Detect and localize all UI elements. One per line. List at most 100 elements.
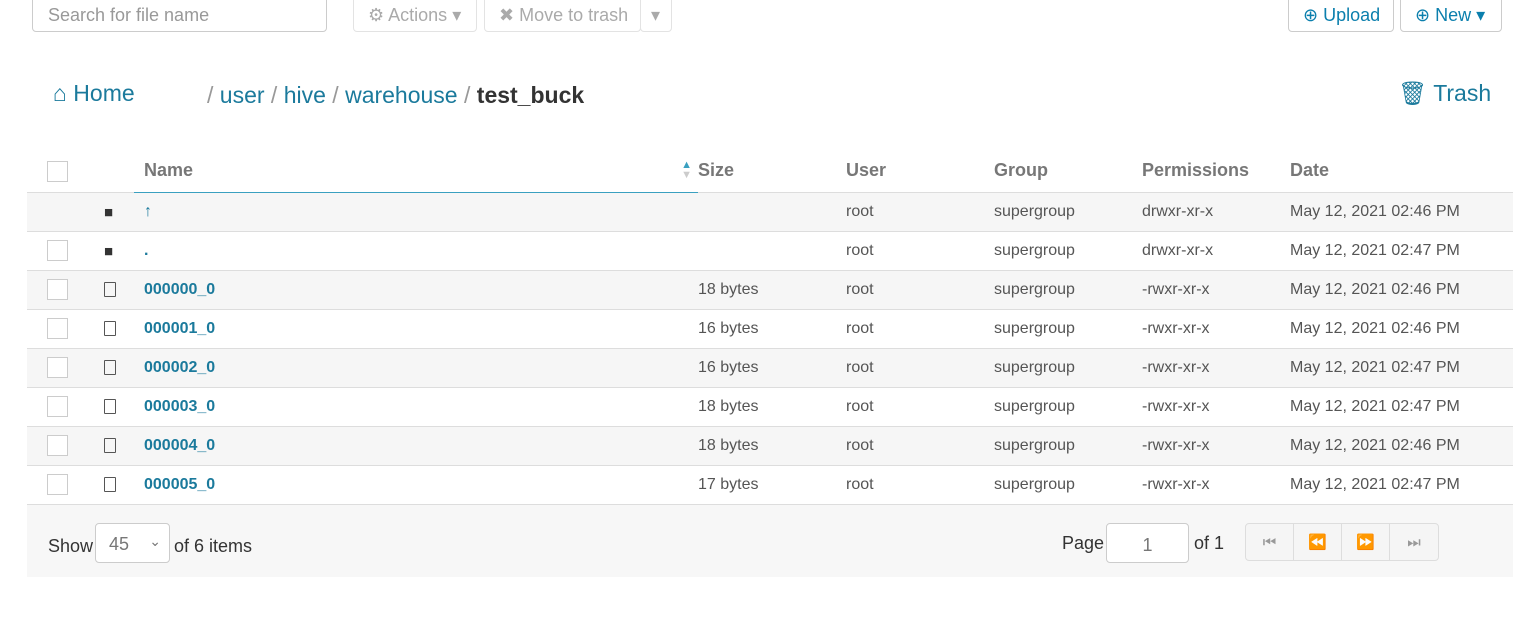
home-label: Home [73, 80, 135, 106]
search-input[interactable]: Search for file name [32, 0, 327, 32]
table-row[interactable]: 000001_0 16 bytes root supergroup -rwxr-… [27, 309, 1513, 349]
file-icon [104, 398, 116, 414]
file-name-link[interactable]: 000005_0 [144, 476, 215, 493]
home-icon: ⌂ [53, 80, 67, 106]
table-row[interactable]: ■ . root supergroup drwxr-xr-x May 12, 2… [27, 231, 1513, 271]
column-date[interactable]: Date [1290, 150, 1513, 193]
upload-label: Upload [1323, 5, 1381, 25]
table-row[interactable]: 000005_0 17 bytes root supergroup -rwxr-… [27, 465, 1513, 505]
actions-button[interactable]: ⚙ Actions ▾ [353, 0, 477, 32]
item-count: of 6 items [174, 536, 253, 556]
column-permissions[interactable]: Permissions [1142, 150, 1290, 193]
show-label: Show [48, 536, 94, 556]
file-user: root [846, 192, 994, 232]
file-size: 18 bytes [698, 387, 846, 427]
column-size[interactable]: Size [698, 150, 846, 193]
name-header-label: Name [144, 160, 194, 181]
file-user: root [846, 387, 994, 427]
file-name-link[interactable]: 000000_0 [144, 281, 215, 298]
column-group[interactable]: Group [994, 150, 1142, 193]
row-checkbox[interactable] [47, 357, 68, 378]
plus-circle-icon: ⊕ [1415, 5, 1431, 25]
folder-icon: ■ [104, 242, 114, 260]
file-name-link[interactable]: 000001_0 [144, 320, 215, 337]
row-checkbox[interactable] [47, 474, 68, 495]
file-permissions: -rwxr-xr-x [1142, 465, 1290, 505]
trash-link[interactable]: 🗑 Trash [1398, 80, 1491, 107]
file-name-link[interactable]: . [144, 242, 148, 259]
file-name-link[interactable]: 000004_0 [144, 437, 215, 454]
breadcrumb-user[interactable]: user [220, 82, 265, 108]
more-dropdown-button[interactable]: ▾ [640, 0, 672, 32]
table-row[interactable]: 000002_0 16 bytes root supergroup -rwxr-… [27, 348, 1513, 388]
breadcrumb-home[interactable]: ⌂ Home [53, 80, 135, 107]
trash-label: Trash [1433, 80, 1492, 106]
breadcrumb-current: test_buck [476, 82, 585, 108]
page-size-value: 45 [109, 534, 130, 554]
caret-down-icon: ▾ [651, 5, 661, 25]
file-group: supergroup [994, 426, 1142, 466]
actions-label: Actions [388, 5, 448, 25]
folder-icon: ■ [104, 203, 114, 221]
file-icon [104, 437, 116, 453]
file-icon [104, 281, 116, 297]
table-row[interactable]: 000004_0 18 bytes root supergroup -rwxr-… [27, 426, 1513, 466]
file-user: root [846, 231, 994, 271]
previous-page-icon[interactable]: ⏪ [1294, 524, 1342, 560]
upload-button[interactable]: ⊕ Upload [1288, 0, 1394, 32]
file-user: root [846, 309, 994, 349]
row-checkbox[interactable] [47, 435, 68, 456]
column-user[interactable]: User [846, 150, 994, 193]
file-name-link[interactable]: ↑ [144, 203, 152, 220]
breadcrumb-warehouse[interactable]: warehouse [345, 82, 458, 108]
breadcrumb-hive[interactable]: hive [284, 82, 326, 108]
file-size [698, 231, 846, 271]
file-name-link[interactable]: 000002_0 [144, 359, 215, 376]
table-row[interactable]: 000003_0 18 bytes root supergroup -rwxr-… [27, 387, 1513, 427]
file-permissions: -rwxr-xr-x [1142, 426, 1290, 466]
first-page-icon[interactable]: ⏮ [1246, 524, 1294, 560]
column-name[interactable]: Name ▲ ▼ [134, 150, 698, 193]
new-button[interactable]: ⊕ New ▾ [1400, 0, 1502, 32]
file-table: Name ▲ ▼ Size User Group Permissions Date … [27, 150, 1513, 505]
sort-ascending-icon: ▲ ▼ [681, 159, 692, 181]
table-footer: Show 45 ⌄ of 6 items Page 1 of 1 ⏮ ⏪ ⏩ ⏭ [27, 505, 1513, 577]
page-input[interactable]: 1 [1106, 523, 1189, 563]
file-user: root [846, 426, 994, 466]
file-permissions: -rwxr-xr-x [1142, 348, 1290, 388]
file-user: root [846, 270, 994, 310]
upload-icon: ⊕ [1303, 5, 1319, 25]
select-all-checkbox[interactable] [47, 160, 68, 182]
next-page-icon[interactable]: ⏩ [1342, 524, 1390, 560]
row-checkbox[interactable] [47, 279, 68, 300]
page-label: Page [1062, 533, 1105, 553]
file-group: supergroup [994, 348, 1142, 388]
move-to-trash-button[interactable]: ✖ Move to trash [484, 0, 641, 32]
last-page-icon[interactable]: ⏭ [1390, 524, 1438, 560]
row-checkbox[interactable] [47, 396, 68, 417]
file-user: root [846, 465, 994, 505]
row-checkbox[interactable] [47, 318, 68, 339]
page-size-select[interactable]: 45 ⌄ [95, 523, 170, 563]
table-row[interactable]: 000000_0 18 bytes root supergroup -rwxr-… [27, 270, 1513, 310]
new-label: New [1435, 5, 1472, 25]
file-group: supergroup [994, 387, 1142, 427]
close-icon: ✖ [499, 5, 515, 25]
row-checkbox[interactable] [47, 240, 68, 261]
file-date: May 12, 2021 02:47 PM [1290, 231, 1513, 271]
file-user: root [846, 348, 994, 388]
file-permissions: drwxr-xr-x [1142, 192, 1290, 232]
file-permissions: -rwxr-xr-x [1142, 309, 1290, 349]
file-size: 16 bytes [698, 348, 846, 388]
file-group: supergroup [994, 465, 1142, 505]
file-group: supergroup [994, 231, 1142, 271]
gear-icon: ⚙ [368, 5, 385, 25]
move-to-trash-label: Move to trash [519, 5, 629, 25]
file-group: supergroup [994, 270, 1142, 310]
file-date: May 12, 2021 02:46 PM [1290, 426, 1513, 466]
file-name-link[interactable]: 000003_0 [144, 398, 215, 415]
file-date: May 12, 2021 02:47 PM [1290, 348, 1513, 388]
file-icon [104, 359, 116, 375]
table-row[interactable]: ■ ↑ root supergroup drwxr-xr-x May 12, 2… [27, 192, 1513, 232]
file-size: 18 bytes [698, 270, 846, 310]
